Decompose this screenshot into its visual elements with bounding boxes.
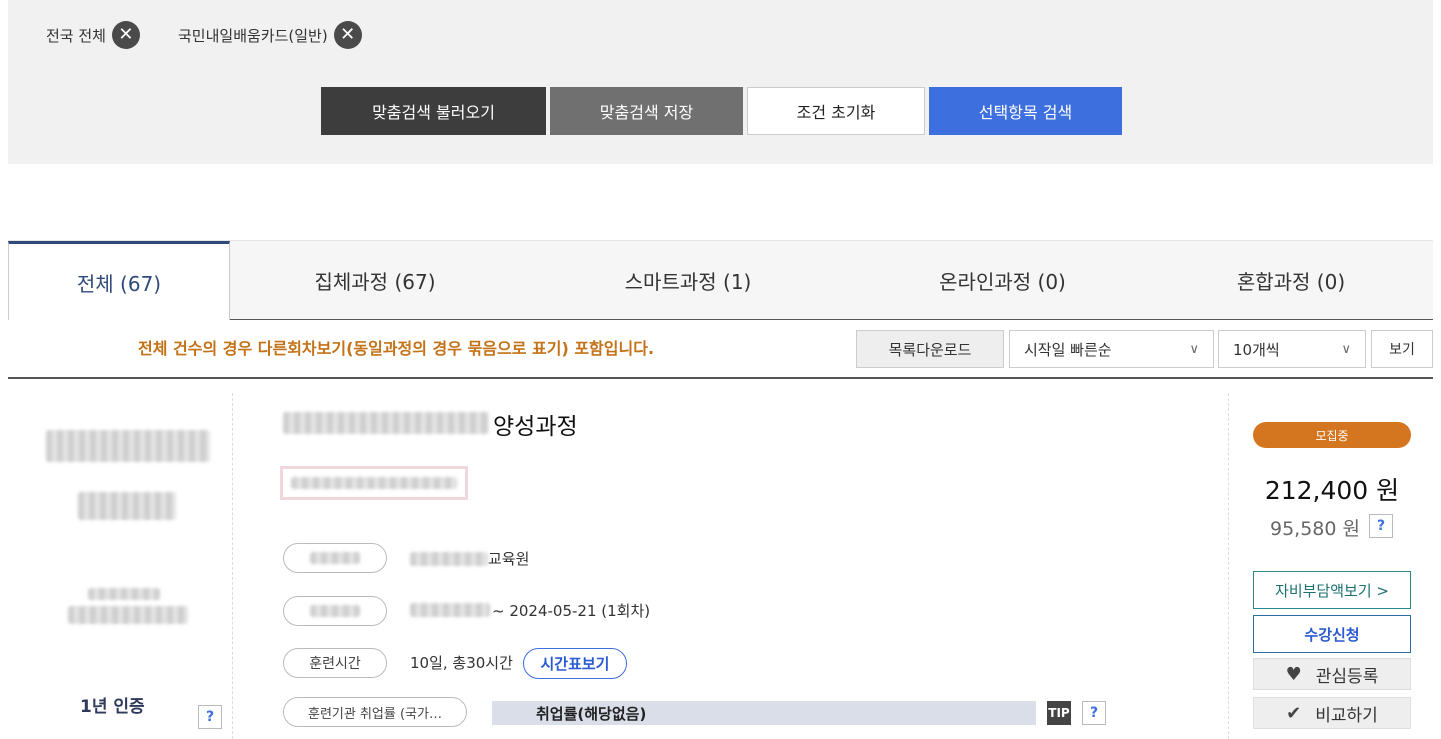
employment-help-icon[interactable]: ? bbox=[1082, 701, 1106, 725]
close-icon[interactable]: ✕ bbox=[333, 21, 362, 49]
period-pill bbox=[283, 596, 387, 626]
tab-online[interactable]: 온라인과정 (0) bbox=[856, 241, 1149, 320]
view-button[interactable]: 보기 bbox=[1371, 330, 1433, 368]
download-list-button[interactable]: 목록다운로드 bbox=[856, 330, 1004, 368]
course-tag-text bbox=[291, 477, 457, 489]
tab-smart[interactable]: 스마트과정 (1) bbox=[520, 241, 856, 320]
employment-rate-pill: 훈련기관 취업률 (국가… bbox=[283, 697, 467, 727]
wishlist-button[interactable]: ♥ 관심등록 bbox=[1253, 658, 1411, 690]
course-price: 212,400 원 bbox=[1264, 476, 1400, 505]
price-help-icon[interactable]: ? bbox=[1369, 514, 1393, 538]
institution-badge bbox=[88, 588, 160, 600]
filter-chip-card: 국민내일배움카드(일반) ✕ bbox=[178, 20, 362, 50]
reset-conditions-button[interactable]: 조건 초기화 bbox=[747, 87, 925, 135]
filter-actions: 맞춤검색 불러오기 맞춤검색 저장 조건 초기화 선택항목 검색 bbox=[321, 87, 1122, 135]
check-icon: ✔ bbox=[1286, 702, 1302, 724]
tab-all[interactable]: 전체 (67) bbox=[8, 241, 230, 320]
institution-name-prefix bbox=[410, 552, 488, 566]
compare-label: 비교하기 bbox=[1315, 705, 1378, 726]
wishlist-label: 관심등록 bbox=[1315, 666, 1379, 687]
page-size-select-value: 10개씩 bbox=[1233, 340, 1280, 359]
sort-select-value: 시작일 빠른순 bbox=[1024, 340, 1112, 359]
institution-logo bbox=[46, 430, 210, 462]
course-title-prefix bbox=[283, 412, 489, 434]
sort-select[interactable]: 시작일 빠른순 ∨ bbox=[1009, 330, 1214, 368]
employment-rate-value: 취업률(해당없음) bbox=[536, 704, 647, 723]
chevron-down-icon: ∨ bbox=[1189, 341, 1199, 357]
filter-panel: 전국 전체 ✕ 국민내일배움카드(일반) ✕ 맞춤검색 불러오기 맞춤검색 저장… bbox=[8, 0, 1433, 164]
status-badge: 모집중 bbox=[1253, 422, 1411, 448]
close-icon[interactable]: ✕ bbox=[111, 21, 140, 49]
period-start bbox=[410, 603, 490, 617]
count-notice: 전체 건수의 경우 다른회차보기(동일과정의 경우 묶음으로 표기) 포함입니다… bbox=[138, 339, 655, 358]
training-period: ~ 2024-05-21 (1회차) bbox=[492, 602, 651, 620]
heart-icon: ♥ bbox=[1285, 663, 1302, 685]
filter-chip-region: 전국 전체 ✕ bbox=[46, 20, 140, 50]
employment-rate-bar: 취업률(해당없음) bbox=[492, 701, 1036, 725]
load-saved-search-button[interactable]: 맞춤검색 불러오기 bbox=[321, 87, 546, 135]
search-selected-button[interactable]: 선택항목 검색 bbox=[929, 87, 1122, 135]
compare-button[interactable]: ✔ 비교하기 bbox=[1253, 697, 1411, 729]
save-search-button[interactable]: 맞춤검색 저장 bbox=[550, 87, 743, 135]
institution-logo bbox=[78, 492, 176, 520]
training-hours-value: 10일, 총30시간 bbox=[410, 654, 513, 672]
certification-help-icon[interactable]: ? bbox=[198, 705, 222, 729]
self-pay-detail-button[interactable]: 자비부담액보기 > bbox=[1253, 571, 1411, 609]
view-schedule-button[interactable]: 시간표보기 bbox=[523, 648, 627, 679]
filter-chip-label: 전국 전체 bbox=[46, 26, 106, 45]
institution-pill bbox=[283, 543, 387, 573]
chevron-down-icon: ∨ bbox=[1341, 341, 1351, 357]
institution-badge bbox=[68, 606, 188, 624]
period-pill-label bbox=[310, 605, 360, 617]
course-title[interactable]: 양성과정 bbox=[493, 407, 578, 441]
column-divider bbox=[232, 393, 233, 739]
course-tag bbox=[280, 466, 468, 500]
list-divider bbox=[8, 377, 1433, 379]
course-type-tabs: 전체 (67) 집체과정 (67) 스마트과정 (1) 온라인과정 (0) 혼합… bbox=[8, 240, 1433, 320]
training-hours-pill: 훈련시간 bbox=[283, 648, 387, 678]
certification-label: 1년 인증 bbox=[80, 697, 145, 717]
column-divider bbox=[1228, 393, 1229, 739]
enroll-button[interactable]: 수강신청 bbox=[1253, 615, 1411, 653]
institution-pill-label bbox=[310, 552, 360, 564]
filter-chip-label: 국민내일배움카드(일반) bbox=[178, 26, 328, 45]
tab-blended[interactable]: 혼합과정 (0) bbox=[1149, 241, 1433, 320]
institution-name[interactable]: 교육원 bbox=[488, 548, 529, 569]
tip-icon[interactable]: TIP bbox=[1047, 701, 1071, 725]
page-size-select[interactable]: 10개씩 ∨ bbox=[1218, 330, 1366, 368]
tab-classroom[interactable]: 집체과정 (67) bbox=[230, 241, 520, 320]
